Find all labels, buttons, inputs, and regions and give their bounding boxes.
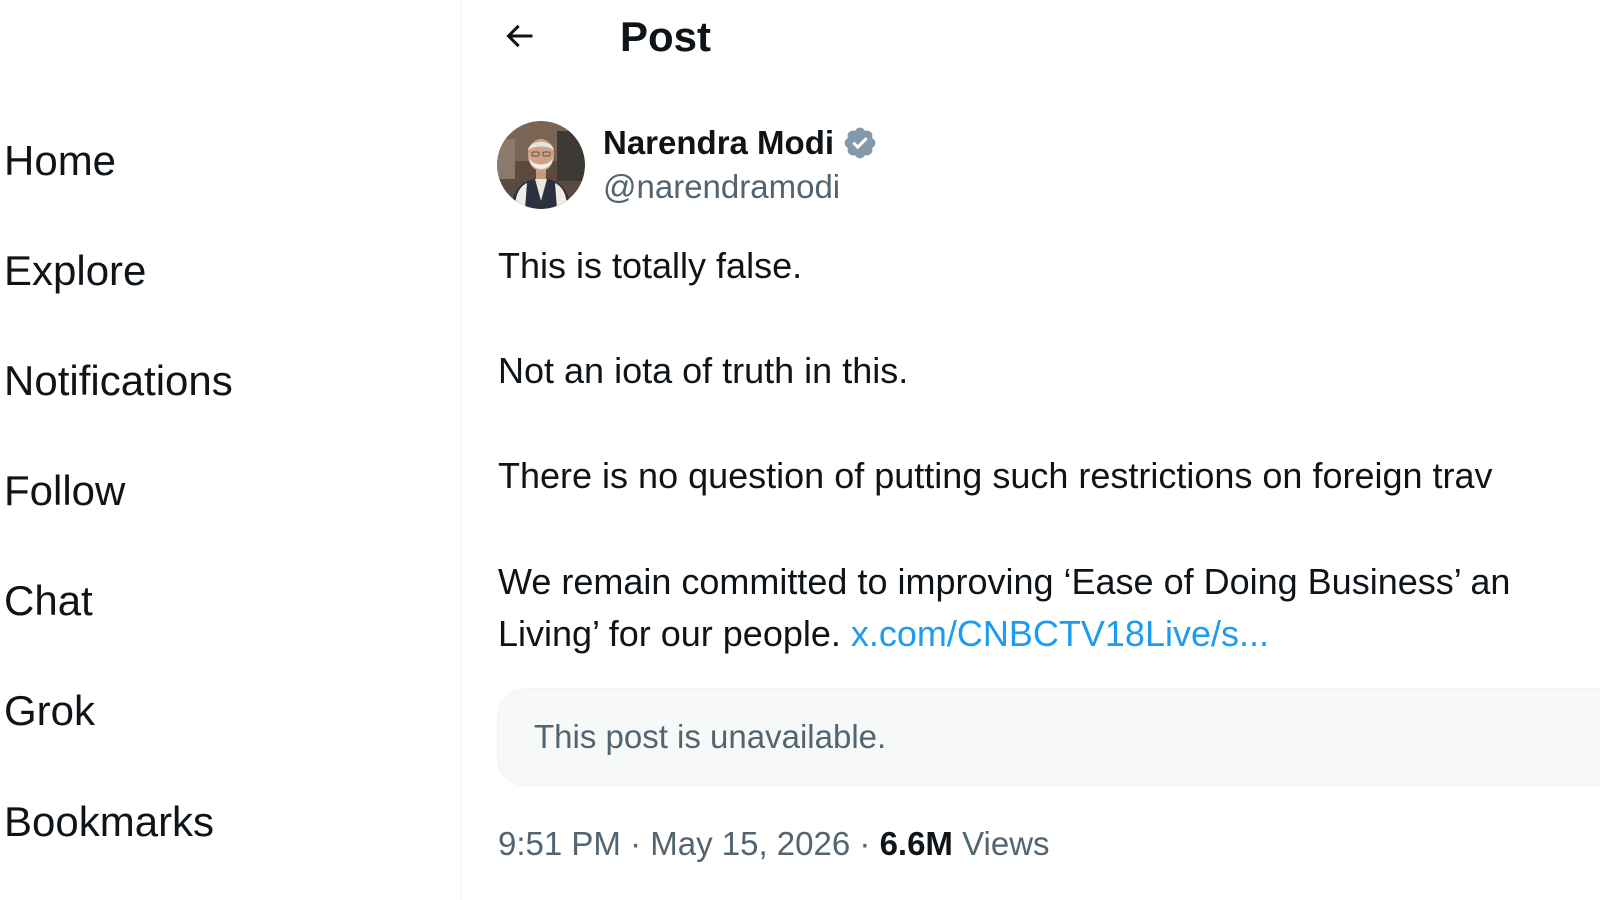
author-handle[interactable]: @narendramodi [603, 166, 840, 208]
post-paragraph-last: Living’ for our people. x.com/CNBCTV18Li… [498, 608, 1269, 660]
avatar[interactable] [497, 121, 585, 209]
author-name-row: Narendra Modi [603, 121, 878, 165]
post-column: Post Narendra Modi @narendramodi This is… [461, 0, 1600, 900]
post-paragraph-text: Living’ for our people. [498, 613, 851, 654]
app-root: Home Explore Notifications Follow Chat G… [0, 0, 1600, 900]
views-count: 6.6M [879, 825, 953, 862]
verified-badge-icon[interactable] [842, 125, 878, 161]
sidebar-item-grok[interactable]: Grok [4, 686, 95, 736]
back-button[interactable] [497, 14, 541, 58]
sidebar-item-explore[interactable]: Explore [4, 246, 146, 296]
post-paragraph: There is no question of putting such res… [498, 455, 1493, 496]
quoted-post-card[interactable]: This post is unavailable. [497, 688, 1600, 786]
arrow-left-icon [506, 24, 533, 48]
sidebar-item-notifications[interactable]: Notifications [4, 356, 233, 406]
post-metadata: 9:51 PM · May 15, 2026 · 6.6M Views [498, 822, 1050, 866]
sidebar-item-follow[interactable]: Follow [4, 466, 125, 516]
sidebar-item-chat[interactable]: Chat [4, 576, 93, 626]
avatar-image [497, 121, 585, 209]
post-link[interactable]: x.com/CNBCTV18Live/s... [851, 613, 1269, 654]
post-paragraph: This is totally false. [498, 245, 803, 286]
meta-separator: · [630, 825, 642, 862]
post-date[interactable]: May 15, 2026 [650, 825, 850, 862]
post-paragraph: We remain committed to improving ‘Ease o… [498, 561, 1511, 602]
meta-separator: · [859, 825, 871, 862]
post-paragraph: Not an iota of truth in this. [498, 350, 909, 391]
post-time[interactable]: 9:51 PM [498, 825, 621, 862]
quoted-post-unavailable-text: This post is unavailable. [534, 718, 887, 755]
sidebar-item-bookmarks[interactable]: Bookmarks [4, 797, 214, 847]
author-display-name[interactable]: Narendra Modi [603, 121, 834, 165]
sidebar-item-home[interactable]: Home [4, 136, 116, 186]
sidebar-nav: Home Explore Notifications Follow Chat G… [0, 0, 461, 900]
views-label: Views [962, 825, 1050, 862]
page-title: Post [620, 13, 712, 60]
